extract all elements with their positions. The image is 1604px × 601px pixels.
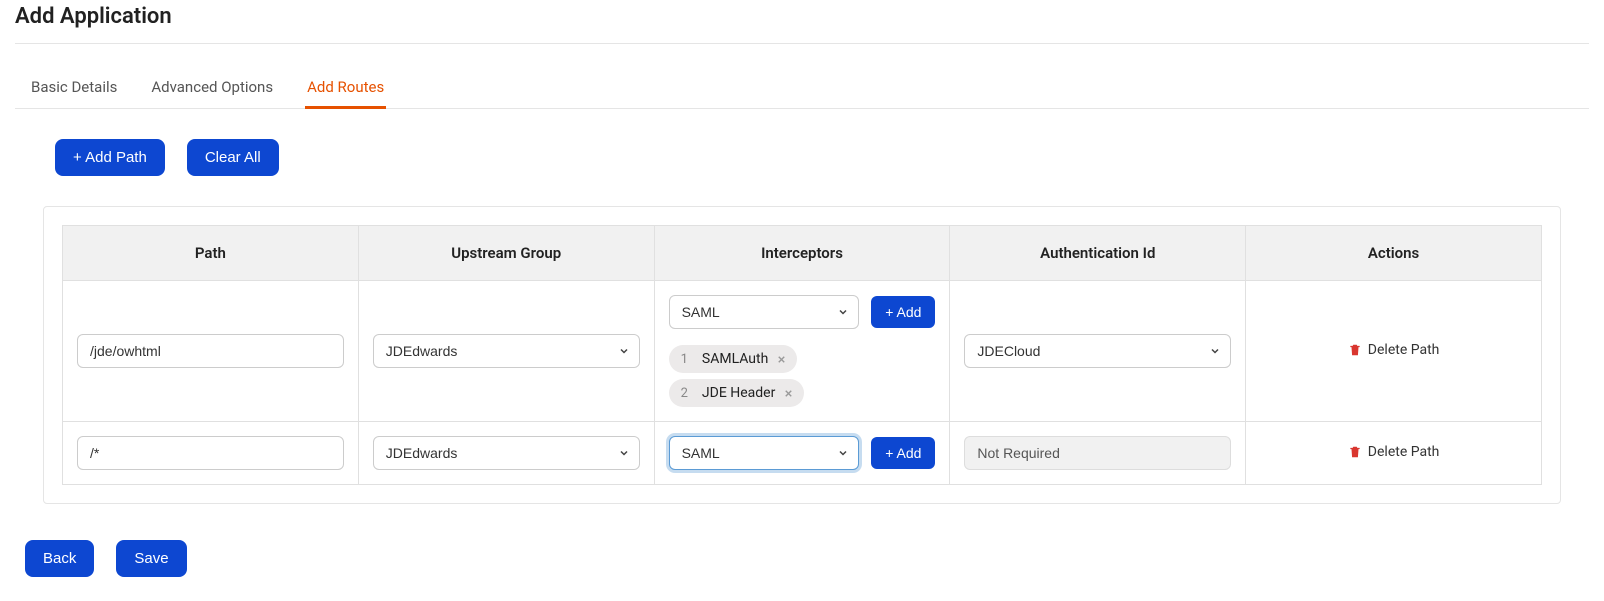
add-interceptor-button[interactable]: + Add [871, 296, 935, 328]
auth-select[interactable] [964, 334, 1231, 368]
chip-number: 1 [675, 352, 694, 367]
auth-value[interactable] [964, 334, 1231, 368]
clear-all-button[interactable]: Clear All [187, 139, 279, 176]
interceptor-chip: 1 SAMLAuth [669, 345, 798, 373]
interceptor-value[interactable] [669, 436, 860, 470]
interceptor-chip: 2 JDE Header [669, 379, 805, 407]
header-actions: Actions [1246, 226, 1542, 281]
upstream-select[interactable] [373, 334, 640, 368]
tabs: Basic Details Advanced Options Add Route… [15, 72, 1589, 109]
trash-icon [1348, 343, 1362, 357]
header-auth: Authentication Id [950, 226, 1246, 281]
chip-label: SAMLAuth [702, 351, 768, 367]
tab-add-routes[interactable]: Add Routes [305, 72, 386, 109]
auth-select [964, 436, 1231, 470]
auth-value [964, 436, 1231, 470]
interceptor-value[interactable] [669, 295, 860, 329]
header-upstream: Upstream Group [358, 226, 654, 281]
trash-icon [1348, 445, 1362, 459]
upstream-value[interactable] [373, 436, 640, 470]
table-row: + Add 1 SAMLAuth 2 [63, 281, 1542, 422]
close-icon[interactable] [776, 354, 787, 365]
back-button[interactable]: Back [25, 540, 94, 577]
delete-path-button[interactable]: Delete Path [1260, 342, 1527, 358]
chip-label: JDE Header [702, 385, 775, 401]
routes-table: Path Upstream Group Interceptors Authent… [62, 225, 1542, 485]
upstream-select[interactable] [373, 436, 640, 470]
header-interceptors: Interceptors [654, 226, 950, 281]
delete-path-button[interactable]: Delete Path [1260, 444, 1527, 460]
path-input[interactable] [77, 436, 344, 470]
footer-buttons: Back Save [15, 534, 1589, 597]
close-icon[interactable] [783, 388, 794, 399]
delete-path-label: Delete Path [1368, 342, 1440, 358]
interceptor-select[interactable] [669, 295, 860, 329]
chip-number: 2 [675, 386, 694, 401]
routes-table-container: Path Upstream Group Interceptors Authent… [43, 206, 1561, 504]
add-path-button[interactable]: + Add Path [55, 139, 165, 176]
path-input[interactable] [77, 334, 344, 368]
tab-basic-details[interactable]: Basic Details [29, 72, 119, 108]
table-row: + Add Delete Path [63, 422, 1542, 485]
upstream-value[interactable] [373, 334, 640, 368]
tab-advanced-options[interactable]: Advanced Options [149, 72, 275, 108]
routes-toolbar: + Add Path Clear All [15, 109, 1589, 206]
header-path: Path [63, 226, 359, 281]
save-button[interactable]: Save [116, 540, 186, 577]
add-interceptor-button[interactable]: + Add [871, 437, 935, 469]
page-title: Add Application [15, 0, 1589, 44]
interceptor-select[interactable] [669, 436, 860, 470]
delete-path-label: Delete Path [1368, 444, 1440, 460]
